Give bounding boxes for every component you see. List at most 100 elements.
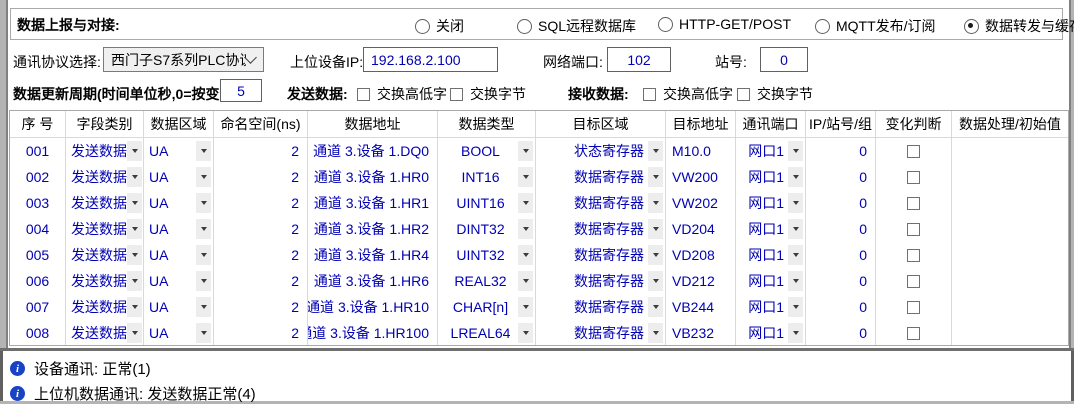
field-type-dropdown[interactable]: 发送数据 (66, 164, 144, 190)
radio-mqtt-pub-sub[interactable]: MQTT发布/订阅 (815, 16, 936, 36)
target-area-dropdown[interactable]: 数据寄存器 (536, 164, 666, 190)
cell-target-addr[interactable]: VW202 (666, 190, 736, 216)
cell-ip-station-group[interactable]: 0 (806, 294, 876, 320)
dropdown-arrow-icon[interactable] (127, 323, 142, 343)
recv-swap-byte-checkbox[interactable]: 交换字节 (737, 84, 813, 104)
cell-ip-station-group[interactable]: 0 (806, 216, 876, 242)
cell-address[interactable]: 通道 3.设备 1.HR6 (308, 268, 438, 294)
cell-target-addr[interactable]: VD204 (666, 216, 736, 242)
send-swap-byte-checkbox[interactable]: 交换字节 (450, 84, 526, 104)
dropdown-arrow-icon[interactable] (788, 219, 803, 239)
cell-process-init[interactable] (952, 242, 1068, 268)
comm-port-dropdown[interactable]: 网口1 (736, 164, 806, 190)
dropdown-arrow-icon[interactable] (648, 245, 663, 265)
change-checkbox[interactable] (907, 327, 920, 340)
cell-ip-station-group[interactable]: 0 (806, 320, 876, 346)
cell-address[interactable]: 通道 3.设备 1.HR2 (308, 216, 438, 242)
dropdown-arrow-icon[interactable] (127, 245, 142, 265)
data-type-dropdown[interactable]: LREAL64 (438, 320, 536, 346)
comm-port-dropdown[interactable]: 网口1 (736, 190, 806, 216)
cell-target-addr[interactable]: M10.0 (666, 138, 736, 164)
data-type-dropdown[interactable]: DINT32 (438, 216, 536, 242)
field-type-dropdown[interactable]: 发送数据 (66, 268, 144, 294)
target-area-dropdown[interactable]: 数据寄存器 (536, 190, 666, 216)
radio-close[interactable]: 关闭 (415, 16, 464, 36)
cell-process-init[interactable] (952, 138, 1068, 164)
cell-process-init[interactable] (952, 268, 1068, 294)
data-area-dropdown[interactable]: UA (144, 242, 214, 268)
change-checkbox[interactable] (907, 145, 920, 158)
data-type-dropdown[interactable]: INT16 (438, 164, 536, 190)
cell-namespace[interactable]: 2 (214, 216, 308, 242)
dropdown-arrow-icon[interactable] (518, 219, 533, 239)
dropdown-arrow-icon[interactable] (788, 193, 803, 213)
cell-namespace[interactable]: 2 (214, 138, 308, 164)
change-checkbox[interactable] (907, 249, 920, 262)
dropdown-arrow-icon[interactable] (196, 245, 211, 265)
cell-address[interactable]: 通道 3.设备 1.DQ0 (308, 138, 438, 164)
dropdown-arrow-icon[interactable] (648, 167, 663, 187)
radio-data-forward-cache[interactable]: 数据转发与缓存 (964, 16, 1074, 36)
cell-address[interactable]: 通道 3.设备 1.HR10 (308, 294, 438, 320)
cell-process-init[interactable] (952, 164, 1068, 190)
protocol-select-dropdown[interactable]: 西门子S7系列PLC协议 (103, 47, 264, 72)
data-type-dropdown[interactable]: CHAR[n] (438, 294, 536, 320)
dropdown-arrow-icon[interactable] (196, 271, 211, 291)
dropdown-arrow-icon[interactable] (518, 141, 533, 161)
comm-port-dropdown[interactable]: 网口1 (736, 242, 806, 268)
dropdown-arrow-icon[interactable] (196, 323, 211, 343)
field-type-dropdown[interactable]: 发送数据 (66, 320, 144, 346)
dropdown-arrow-icon[interactable] (788, 141, 803, 161)
cell-target-addr[interactable]: VB244 (666, 294, 736, 320)
cell-target-addr[interactable]: VD208 (666, 242, 736, 268)
network-port-field[interactable]: 102 (607, 47, 671, 72)
dropdown-arrow-icon[interactable] (518, 167, 533, 187)
target-area-dropdown[interactable]: 数据寄存器 (536, 242, 666, 268)
cell-target-addr[interactable]: VB232 (666, 320, 736, 346)
cell-ip-station-group[interactable]: 0 (806, 268, 876, 294)
device-ip-field[interactable]: 192.168.2.100 (363, 47, 498, 72)
cell-namespace[interactable]: 2 (214, 320, 308, 346)
dropdown-arrow-icon[interactable] (648, 193, 663, 213)
dropdown-arrow-icon[interactable] (788, 167, 803, 187)
change-checkbox[interactable] (907, 171, 920, 184)
target-area-dropdown[interactable]: 数据寄存器 (536, 320, 666, 346)
dropdown-arrow-icon[interactable] (127, 193, 142, 213)
cell-namespace[interactable]: 2 (214, 268, 308, 294)
dropdown-arrow-icon[interactable] (518, 245, 533, 265)
data-type-dropdown[interactable]: REAL32 (438, 268, 536, 294)
radio-sql-remote-db[interactable]: SQL远程数据库 (517, 16, 636, 36)
dropdown-arrow-icon[interactable] (127, 297, 142, 317)
dropdown-arrow-icon[interactable] (196, 193, 211, 213)
target-area-dropdown[interactable]: 数据寄存器 (536, 216, 666, 242)
dropdown-arrow-icon[interactable] (127, 219, 142, 239)
dropdown-arrow-icon[interactable] (518, 193, 533, 213)
cell-process-init[interactable] (952, 216, 1068, 242)
change-checkbox[interactable] (907, 301, 920, 314)
data-area-dropdown[interactable]: UA (144, 216, 214, 242)
data-area-dropdown[interactable]: UA (144, 164, 214, 190)
data-area-dropdown[interactable]: UA (144, 268, 214, 294)
target-area-dropdown[interactable]: 数据寄存器 (536, 294, 666, 320)
cell-ip-station-group[interactable]: 0 (806, 190, 876, 216)
comm-port-dropdown[interactable]: 网口1 (736, 268, 806, 294)
cell-address[interactable]: 通道 3.设备 1.HR1 (308, 190, 438, 216)
send-swap-word-checkbox[interactable]: 交换高低字 (357, 84, 447, 104)
dropdown-arrow-icon[interactable] (196, 141, 211, 161)
field-type-dropdown[interactable]: 发送数据 (66, 242, 144, 268)
cell-ip-station-group[interactable]: 0 (806, 242, 876, 268)
comm-port-dropdown[interactable]: 网口1 (736, 138, 806, 164)
change-checkbox[interactable] (907, 223, 920, 236)
dropdown-arrow-icon[interactable] (518, 271, 533, 291)
dropdown-arrow-icon[interactable] (127, 141, 142, 161)
field-type-dropdown[interactable]: 发送数据 (66, 294, 144, 320)
change-checkbox[interactable] (907, 275, 920, 288)
recv-swap-word-checkbox[interactable]: 交换高低字 (643, 84, 733, 104)
cell-target-addr[interactable]: VW200 (666, 164, 736, 190)
field-type-dropdown[interactable]: 发送数据 (66, 138, 144, 164)
dropdown-arrow-icon[interactable] (648, 219, 663, 239)
cell-namespace[interactable]: 2 (214, 164, 308, 190)
dropdown-arrow-icon[interactable] (648, 271, 663, 291)
change-checkbox[interactable] (907, 197, 920, 210)
data-type-dropdown[interactable]: BOOL (438, 138, 536, 164)
